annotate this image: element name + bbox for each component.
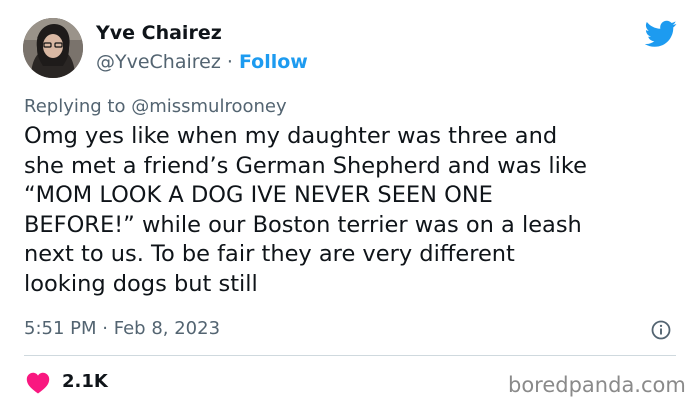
tweet-timestamp[interactable]: 5:51 PM · Feb 8, 2023 bbox=[24, 318, 220, 339]
author-handle[interactable]: @YveChairez bbox=[96, 51, 221, 73]
author-name[interactable]: Yve Chairez bbox=[96, 22, 222, 44]
tweet-time: 5:51 PM bbox=[24, 318, 97, 339]
timestamp-separator: · bbox=[102, 318, 108, 339]
like-count[interactable]: 2.1K bbox=[62, 371, 108, 392]
tweet-date: Feb 8, 2023 bbox=[113, 318, 221, 339]
divider bbox=[24, 355, 676, 356]
replying-to-prefix: Replying to bbox=[24, 96, 126, 117]
author-handle-row: @YveChairez · Follow bbox=[96, 51, 308, 73]
tweet-card: Yve Chairez @YveChairez · Follow Replyin… bbox=[0, 0, 700, 410]
twitter-bird-icon[interactable] bbox=[644, 20, 677, 48]
replying-to: Replying to @missmulrooney bbox=[24, 96, 287, 117]
info-icon[interactable] bbox=[651, 320, 671, 340]
avatar[interactable] bbox=[23, 18, 83, 78]
watermark: boredpanda.com bbox=[508, 373, 686, 397]
handle-separator: · bbox=[226, 51, 233, 73]
follow-button[interactable]: Follow bbox=[239, 51, 308, 73]
heart-icon[interactable] bbox=[26, 372, 50, 394]
reply-mention-link[interactable]: @missmulrooney bbox=[131, 96, 286, 117]
tweet-text: Omg yes like when my daughter was three … bbox=[24, 123, 587, 297]
